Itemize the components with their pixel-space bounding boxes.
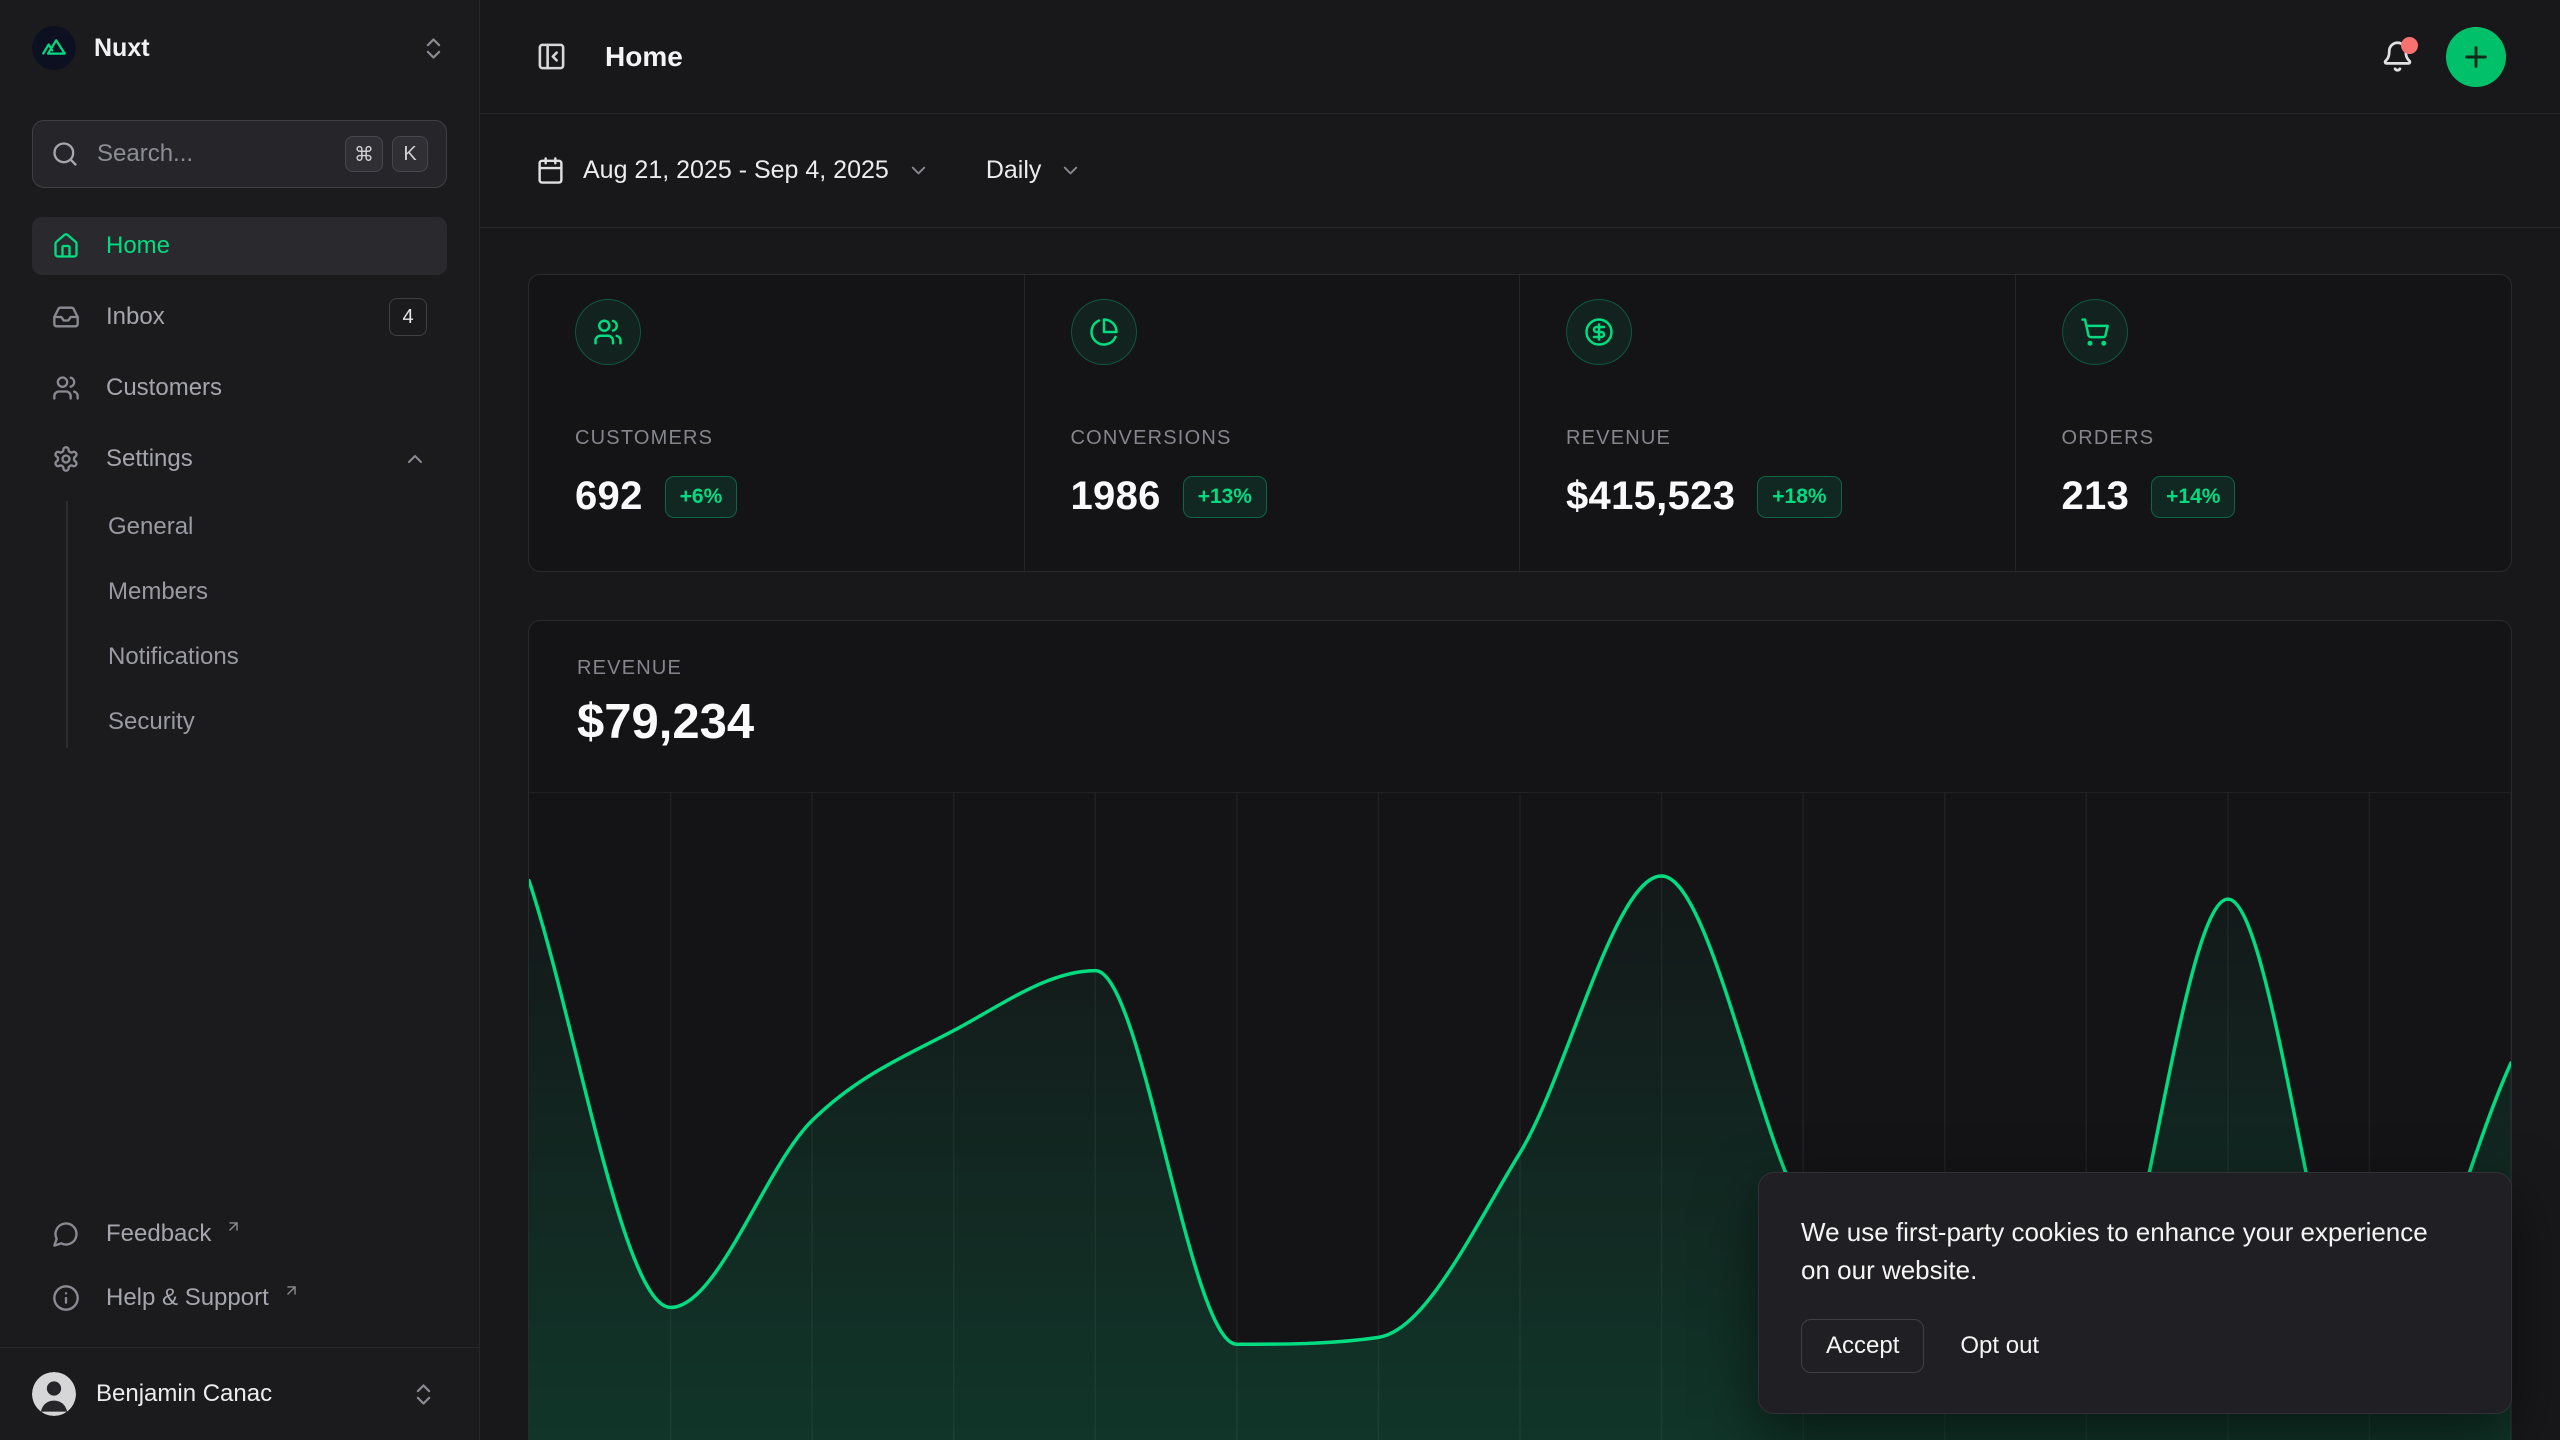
user-name: Benjamin Canac [96,1380,272,1408]
inbox-icon [52,303,80,331]
cookie-actions: Accept Opt out [1801,1319,2469,1373]
stat-label: CONVERSIONS [1071,427,1474,450]
external-link-icon [225,1218,242,1235]
stat-change-badge: +18% [1757,476,1841,518]
kbd-meta: ⌘ [345,136,383,172]
notification-dot [2401,37,2418,54]
sidebar-item-notifications[interactable]: Notifications [108,631,447,683]
nuxt-logo-icon [32,26,76,70]
sidebar-item-label: Customers [106,374,222,402]
sidebar-footer: Feedback Help & Support [0,1205,479,1347]
sidebar-nav: Home Inbox 4 C [0,217,479,761]
stat-change-badge: +14% [2151,476,2235,518]
help-support-link[interactable]: Help & Support [32,1269,447,1327]
circle-dollar-icon [1566,299,1632,365]
stat-change-badge: +13% [1183,476,1267,518]
sidebar-item-settings[interactable]: Settings [32,430,447,488]
settings-subnav: General Members Notifications Security [66,501,447,748]
cookie-banner: We use first-party cookies to enhance yo… [1758,1172,2512,1414]
search-wrap: Search... ⌘ K [0,120,479,188]
kbd-k: K [392,136,428,172]
gear-icon [52,445,80,473]
stat-label: CUSTOMERS [575,427,978,450]
sidebar-item-label: Inbox [106,303,165,331]
users-icon [52,374,80,402]
info-circle-icon [52,1284,80,1312]
page-title: Home [605,41,683,73]
sidebar-item-members[interactable]: Members [108,566,447,618]
collapse-sidebar-button[interactable] [536,41,567,72]
top-header: Home [480,0,2560,114]
user-menu-button[interactable]: Benjamin Canac [32,1372,447,1416]
revenue-chart-value: $79,234 [577,694,2463,750]
add-button[interactable] [2446,27,2506,87]
plus-icon [2460,41,2492,73]
notifications-button[interactable] [2381,40,2414,73]
sidebar-item-security[interactable]: Security [108,696,447,748]
stat-change-badge: +6% [665,476,738,518]
feedback-link[interactable]: Feedback [32,1205,447,1263]
search-kbd-group: ⌘ K [345,136,428,172]
interval-select[interactable]: Daily [986,156,1083,185]
house-icon [52,232,80,260]
stats-row: CUSTOMERS 692 +6% CONVERSIONS 1986 [528,274,2512,572]
sidebar-item-customers[interactable]: Customers [32,359,447,417]
sidebar-header: Nuxt [0,0,479,70]
stat-value: 692 [575,474,643,519]
external-link-icon [283,1282,300,1299]
chevron-down-icon [1059,159,1082,182]
team-name: Nuxt [94,34,150,63]
chevrons-up-down-icon [410,1381,437,1408]
message-circle-icon [52,1220,80,1248]
stat-card-orders: ORDERS 213 +14% [2016,275,2512,571]
pie-chart-icon [1071,299,1137,365]
header-left: Home [536,41,683,73]
user-avatar [32,1372,76,1416]
stat-label: ORDERS [2062,427,2466,450]
sidebar-item-label: Home [106,232,170,260]
panel-left-close-icon [536,41,567,72]
help-support-label: Help & Support [106,1284,269,1312]
chevron-up-icon [403,447,427,471]
stat-value: 1986 [1071,474,1161,519]
sidebar-item-inbox[interactable]: Inbox 4 [32,288,447,346]
revenue-chart-header: REVENUE $79,234 [529,621,2511,750]
revenue-chart-label: REVENUE [577,657,2463,680]
stat-card-revenue: REVENUE $415,523 +18% [1520,275,2016,571]
shopping-cart-icon [2062,299,2128,365]
date-range-picker[interactable]: Aug 21, 2025 - Sep 4, 2025 [536,156,930,185]
header-right [2381,27,2506,87]
stat-label: REVENUE [1566,427,1969,450]
chevron-down-icon [907,159,930,182]
team-switcher[interactable]: Nuxt [32,26,447,70]
search-input[interactable]: Search... ⌘ K [32,120,447,188]
sidebar-item-general[interactable]: General [108,501,447,553]
stat-card-conversions: CONVERSIONS 1986 +13% [1025,275,1521,571]
sidebar-item-home[interactable]: Home [32,217,447,275]
cookie-message: We use first-party cookies to enhance yo… [1801,1213,2441,1289]
cookie-accept-button[interactable]: Accept [1801,1319,1924,1373]
sidebar-spacer [0,761,479,1205]
stat-value: 213 [2062,474,2130,519]
cookie-opt-out-button[interactable]: Opt out [1960,1332,2039,1360]
inbox-count-badge: 4 [389,298,427,336]
date-range-value: Aug 21, 2025 - Sep 4, 2025 [583,156,889,185]
search-icon [51,140,79,168]
chevrons-up-down-icon [420,35,447,62]
stat-value: $415,523 [1566,474,1735,519]
sidebar-user-section: Benjamin Canac [0,1347,479,1440]
search-placeholder: Search... [97,140,193,168]
users-icon [575,299,641,365]
sidebar-item-label: Settings [106,445,193,473]
stat-card-customers: CUSTOMERS 692 +6% [529,275,1025,571]
feedback-label: Feedback [106,1220,211,1248]
interval-value: Daily [986,156,1042,185]
filters-toolbar: Aug 21, 2025 - Sep 4, 2025 Daily [480,114,2560,228]
sidebar: Nuxt Search... ⌘ K [0,0,480,1440]
calendar-icon [536,156,565,185]
